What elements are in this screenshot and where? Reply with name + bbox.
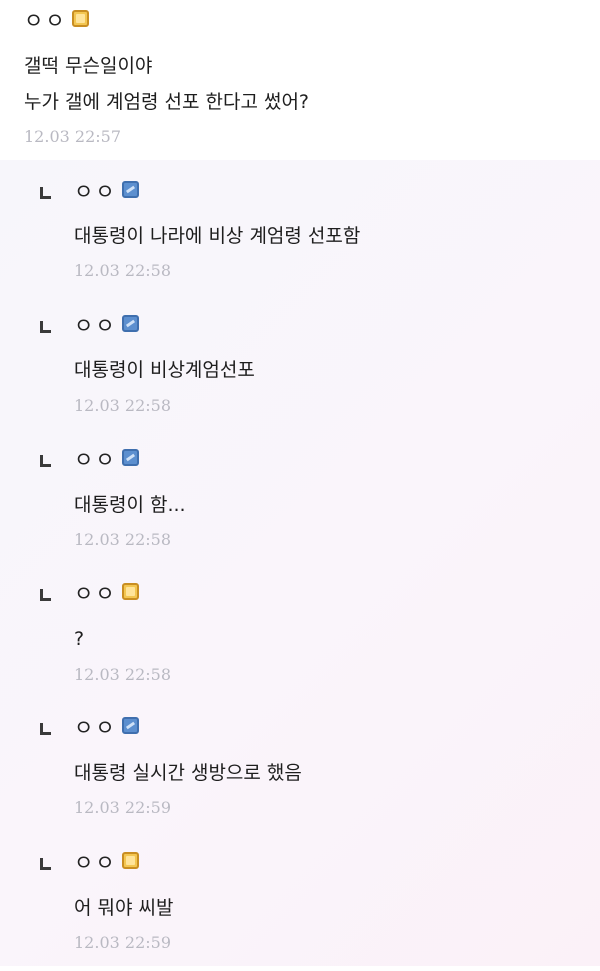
- reply-text: 어 뭐야 씨발: [74, 897, 174, 919]
- reply-author[interactable]: ㅇㅇ: [74, 447, 139, 473]
- reply-text: 대통령이 비상계엄선포: [74, 359, 255, 381]
- gallery-badge-icon: [121, 448, 139, 466]
- gallery-badge-icon: [121, 314, 139, 332]
- reply-timestamp: 12.03 22:58: [74, 530, 171, 549]
- divider: [0, 966, 600, 971]
- nickname[interactable]: ㅇㅇ: [74, 581, 117, 607]
- reply-timestamp: 12.03 22:58: [74, 261, 171, 280]
- reply-timestamp: 12.03 22:59: [74, 933, 171, 952]
- nickname[interactable]: ㅇㅇ: [74, 313, 117, 339]
- reply-text: 대통령이 나라에 비상 계엄령 선포함: [74, 225, 361, 247]
- reply-text: 대통령 실시간 생방으로 했음: [74, 762, 302, 784]
- comment: ㅇㅇ 갤떡 무슨일이야 누가 갤에 계엄령 선포 한다고 썼어? 12.03 2…: [0, 0, 600, 160]
- reply-arrow-icon: [40, 723, 51, 735]
- reply-arrow-icon: [40, 321, 51, 333]
- comment-timestamp: 12.03 22:57: [24, 127, 121, 146]
- reply-timestamp: 12.03 22:58: [74, 665, 171, 684]
- reply-author[interactable]: ㅇㅇ: [74, 581, 139, 607]
- comment-author[interactable]: ㅇㅇ: [24, 8, 89, 34]
- reply-arrow-icon: [40, 589, 51, 601]
- gallery-badge-icon: [121, 582, 139, 600]
- nickname[interactable]: ㅇㅇ: [74, 715, 117, 741]
- reply-timestamp: 12.03 22:58: [74, 396, 171, 415]
- reply-author[interactable]: ㅇㅇ: [74, 179, 139, 205]
- comment-text-line-2: 누가 갤에 계엄령 선포 한다고 썼어?: [24, 91, 310, 113]
- gallery-badge-icon: [121, 180, 139, 198]
- reply-author[interactable]: ㅇㅇ: [74, 850, 139, 876]
- gallery-badge-icon: [121, 716, 139, 734]
- nickname[interactable]: ㅇㅇ: [74, 850, 117, 876]
- gallery-badge-icon: [121, 851, 139, 869]
- gallery-badge-icon: [71, 9, 89, 27]
- reply-arrow-icon: [40, 858, 51, 870]
- reply-timestamp: 12.03 22:59: [74, 798, 171, 817]
- reply-arrow-icon: [40, 187, 51, 199]
- nickname[interactable]: ㅇㅇ: [74, 179, 117, 205]
- reply-text: ?: [74, 628, 85, 650]
- nickname[interactable]: ㅇㅇ: [74, 447, 117, 473]
- reply-text: 대통령이 함...: [74, 494, 186, 516]
- comment-text-line-1: 갤떡 무슨일이야: [24, 55, 153, 77]
- nickname[interactable]: ㅇㅇ: [24, 8, 67, 34]
- reply-arrow-icon: [40, 455, 51, 467]
- reply-author[interactable]: ㅇㅇ: [74, 715, 139, 741]
- reply-author[interactable]: ㅇㅇ: [74, 313, 139, 339]
- reply-list: ㅇㅇ 대통령이 나라에 비상 계엄령 선포함 12.03 22:58 ㅇㅇ 대통…: [0, 160, 600, 966]
